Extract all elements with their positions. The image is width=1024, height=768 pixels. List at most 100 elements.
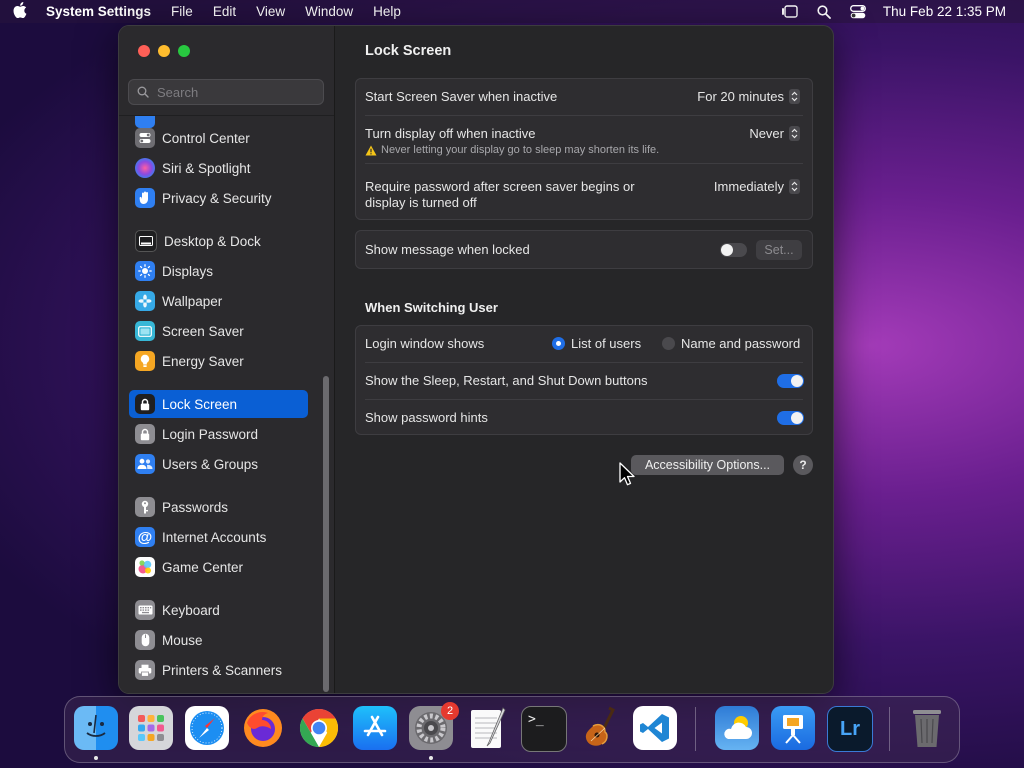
search-icon: [137, 86, 149, 98]
menu-view[interactable]: View: [246, 4, 295, 19]
sidebar-item-label: Game Center: [162, 559, 244, 575]
menu-edit[interactable]: Edit: [203, 4, 246, 19]
printer-icon: [135, 660, 155, 680]
menu-bar: System Settings File Edit View Window He…: [0, 0, 1024, 23]
keyboard-icon: [135, 600, 155, 620]
control-center-menu-icon[interactable]: [849, 4, 867, 19]
sidebar-item-screen-saver[interactable]: Screen Saver: [129, 317, 309, 345]
sidebar-item-login-password[interactable]: Login Password: [129, 420, 309, 448]
keynote-icon[interactable]: [771, 706, 815, 750]
mouse-pointer-icon: [619, 462, 635, 491]
settings-window: Control Center Siri & Spotlight Privacy …: [118, 25, 834, 694]
show-message-label: Show message when locked: [365, 242, 530, 257]
sidebar-item-privacy-security[interactable]: Privacy & Security: [129, 184, 309, 212]
launchpad-icon[interactable]: [129, 706, 173, 750]
menu-help[interactable]: Help: [363, 4, 411, 19]
display-off-popup[interactable]: Never: [749, 126, 800, 141]
switching-user-group: Login window shows List of users Name an…: [355, 325, 813, 435]
password-hints-row: Show password hints: [356, 400, 812, 436]
stage-manager-icon[interactable]: [781, 5, 799, 19]
apple-menu-icon[interactable]: [0, 1, 40, 22]
spotlight-search-icon[interactable]: [815, 4, 833, 19]
display-off-row: Turn display off when inactive Never let…: [356, 116, 812, 162]
sidebar-item-label: Printers & Scanners: [162, 662, 283, 678]
safari-icon[interactable]: [185, 706, 229, 750]
password-hints-toggle[interactable]: [777, 411, 804, 425]
sidebar-item-siri-spotlight[interactable]: Siri & Spotlight: [129, 154, 309, 182]
finder-icon[interactable]: [74, 706, 118, 750]
sidebar-list: Control Center Siri & Spotlight Privacy …: [119, 116, 334, 693]
sidebar-item-displays[interactable]: Displays: [129, 257, 309, 285]
mouse-icon: [135, 630, 155, 650]
chrome-icon[interactable]: [297, 706, 341, 750]
sidebar-item-label: Wallpaper: [162, 293, 223, 309]
sleep-buttons-label: Show the Sleep, Restart, and Shut Down b…: [365, 373, 648, 388]
sidebar-scrollbar[interactable]: [323, 376, 329, 692]
sidebar-item-keyboard[interactable]: Keyboard: [129, 596, 309, 624]
sidebar-item-passwords[interactable]: Passwords: [129, 493, 309, 521]
display-settings-group: Start Screen Saver when inactive For 20 …: [355, 78, 813, 220]
set-message-button[interactable]: Set...: [756, 240, 802, 260]
show-message-group: Show message when locked Set...: [355, 230, 813, 269]
menu-app-name[interactable]: System Settings: [40, 4, 161, 19]
radio-name-and-password[interactable]: Name and password: [662, 336, 800, 351]
sleep-buttons-row: Show the Sleep, Restart, and Shut Down b…: [356, 363, 812, 399]
radio-list-of-users[interactable]: List of users: [552, 336, 641, 351]
sidebar-item-label: Lock Screen: [162, 396, 238, 412]
sidebar-item-mouse[interactable]: Mouse: [129, 626, 309, 654]
sidebar-item-energy-saver[interactable]: Energy Saver: [129, 347, 309, 375]
sidebar-item-label: Mouse: [162, 632, 203, 648]
zoom-button[interactable]: [178, 45, 190, 57]
menu-clock[interactable]: Thu Feb 22 1:35 PM: [883, 4, 1006, 19]
terminal-icon[interactable]: >_: [521, 706, 567, 752]
sidebar-item-game-center[interactable]: Game Center: [129, 553, 309, 581]
sidebar-item-lock-screen[interactable]: Lock Screen: [129, 390, 308, 418]
running-indicator: [429, 756, 433, 760]
flower-icon: [135, 291, 155, 311]
textedit-icon[interactable]: [465, 706, 509, 750]
key-icon: [135, 497, 155, 517]
warning-icon: [365, 145, 377, 155]
lock-icon: [135, 424, 155, 444]
sidebar-item-desktop-dock[interactable]: Desktop & Dock: [129, 227, 309, 255]
require-password-popup[interactable]: Immediately: [714, 179, 800, 194]
sidebar-item-label: Users & Groups: [162, 456, 259, 472]
sidebar-item-label: Passwords: [162, 499, 229, 515]
window-controls: [138, 45, 190, 57]
stepper-icon: [789, 126, 800, 141]
show-message-toggle[interactable]: [720, 243, 747, 257]
lightbulb-icon: [135, 351, 155, 371]
display-off-warning-text: Never letting your display go to sleep m…: [381, 144, 660, 156]
help-button[interactable]: ?: [793, 455, 813, 475]
menu-file[interactable]: File: [161, 4, 203, 19]
display-off-label: Turn display off when inactive: [365, 126, 536, 141]
screen-saver-label: Start Screen Saver when inactive: [365, 89, 558, 104]
sidebar-item-label: Privacy & Security: [162, 190, 272, 206]
stepper-icon: [789, 89, 800, 104]
trash-icon[interactable]: [905, 706, 949, 750]
search-input[interactable]: [155, 83, 319, 101]
sidebar-item-wallpaper[interactable]: Wallpaper: [129, 287, 309, 315]
sidebar-item-label: Energy Saver: [162, 353, 244, 369]
sidebar-item-internet-accounts[interactable]: @ Internet Accounts: [129, 523, 309, 551]
lightroom-icon[interactable]: Lr: [827, 706, 873, 752]
firefox-icon[interactable]: [241, 706, 285, 750]
garageband-icon[interactable]: [577, 706, 621, 750]
menu-window[interactable]: Window: [295, 4, 363, 19]
sidebar-item-control-center[interactable]: Control Center: [129, 124, 309, 152]
system-settings-icon[interactable]: 2: [409, 702, 459, 750]
weather-icon[interactable]: [715, 706, 759, 750]
close-button[interactable]: [138, 45, 150, 57]
search-field[interactable]: [128, 79, 324, 105]
app-store-icon[interactable]: [353, 706, 397, 750]
sidebar-item-users-groups[interactable]: Users & Groups: [129, 450, 309, 478]
require-password-value: Immediately: [713, 179, 784, 194]
sleep-buttons-toggle[interactable]: [777, 374, 804, 388]
sidebar-item-printers-scanners[interactable]: Printers & Scanners: [129, 656, 309, 684]
minimize-button[interactable]: [158, 45, 170, 57]
password-hints-label: Show password hints: [365, 410, 488, 425]
vscode-icon[interactable]: [633, 706, 677, 750]
accessibility-options-button[interactable]: Accessibility Options...: [631, 455, 784, 475]
screen-saver-icon: [135, 321, 155, 341]
screen-saver-popup[interactable]: For 20 minutes: [697, 89, 800, 104]
